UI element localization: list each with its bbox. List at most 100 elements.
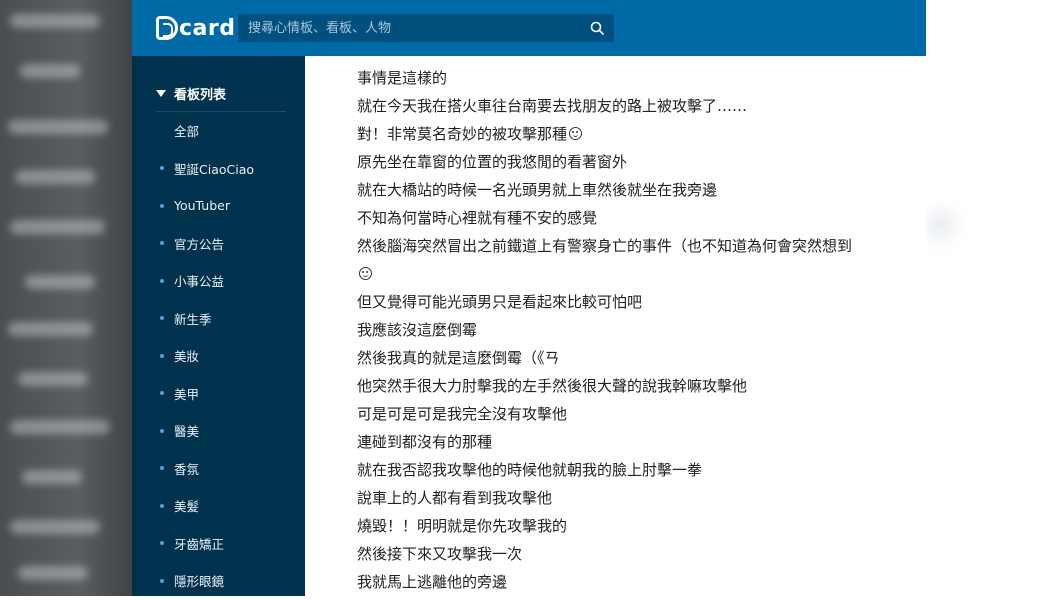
bullet-dot-icon — [160, 503, 164, 508]
post-line: 他突然手很大力肘擊我的左手然後很大聲的說我幹嘛攻擊他 — [357, 372, 917, 400]
post-line: 就在我否認我攻擊他的時候他就朝我的臉上肘擊一拳 — [357, 456, 917, 484]
bullet-dot-icon — [160, 241, 164, 246]
bullet-dot-icon — [160, 391, 164, 396]
bullet-dot-icon — [160, 541, 164, 546]
post-line: 可是可是可是我完全沒有攻擊他 — [357, 400, 917, 428]
blurred-shape — [8, 120, 108, 134]
post-line-text: 我應該沒這麼倒霉 — [357, 321, 478, 339]
sidebar-item[interactable]: 聖誕CiaoCiao — [132, 150, 305, 188]
frown-emoji-icon — [569, 127, 583, 140]
sidebar-item-label: 小事公益 — [174, 274, 225, 290]
sidebar-item-label: YouTuber — [174, 198, 230, 214]
sidebar-item[interactable]: 醫美 — [132, 412, 305, 450]
dcard-logo-icon — [156, 16, 178, 40]
post-line: 對！非常莫名奇妙的被攻擊那種 — [357, 120, 917, 148]
sidebar-item-label: 美髮 — [174, 499, 200, 515]
post-line: 我應該沒這麼倒霉 — [357, 316, 917, 344]
bullet-dot-icon — [160, 203, 164, 208]
blurred-shape — [25, 275, 95, 289]
blurred-shape — [15, 170, 95, 184]
search-input[interactable] — [238, 14, 578, 42]
sidebar-item[interactable]: 美妝 — [132, 337, 305, 375]
post-line-text: 就在大橋站的時候一名光頭男就上車然後就坐在我旁邊 — [357, 181, 718, 199]
sidebar-item-label: 醫美 — [174, 424, 200, 440]
bullet-dot-icon — [160, 316, 164, 321]
blurred-shape — [10, 420, 110, 434]
post-line: 連碰到都沒有的那種 — [357, 428, 917, 456]
post-line-text: 然後我真的就是這麼倒霉（《ㄢ — [357, 349, 560, 367]
post-line-text: 他突然手很大力肘擊我的左手然後很大聲的說我幹嘛攻擊他 — [357, 377, 748, 395]
post-line-text: 不知為何當時心裡就有種不安的感覺 — [357, 209, 598, 227]
post-line-text: 然後腦海突然冒出之前鐵道上有警察身亡的事件（也不知道為何會突然想到 — [357, 237, 853, 255]
sidebar: 看板列表 全部聖誕CiaoCiao YouTuber 官方公告小事公益新生季美妝美甲… — [132, 56, 305, 596]
sidebar-item-label: 美妝 — [174, 349, 200, 365]
post-line: 燒毀！！明明就是你先攻擊我的 — [357, 512, 917, 540]
blurred-shape — [20, 64, 80, 78]
sidebar-item-label: 聖誕CiaoCiao — [174, 161, 255, 177]
post-line: 事情是這樣的 — [357, 64, 917, 92]
blurred-shape — [10, 520, 100, 534]
post-line-text: 對！非常莫名奇妙的被攻擊那種 — [357, 125, 568, 143]
post-line-text: 事情是這樣的 — [357, 69, 448, 87]
post-line-text: 連碰到都沒有的那種 — [357, 433, 493, 451]
bullet-dot-icon — [160, 578, 164, 583]
sidebar-item-label: 官方公告 — [174, 236, 225, 252]
post-line: 然後接下來又攻擊我一次 — [357, 540, 917, 568]
bullet-dot-icon — [160, 278, 164, 283]
sidebar-item[interactable]: 官方公告 — [132, 225, 305, 263]
post-line-text: 說車上的人都有看到我攻擊他 — [357, 489, 553, 507]
sidebar-item[interactable]: 香氛 — [132, 450, 305, 488]
search-button[interactable] — [580, 14, 614, 42]
post-line-text: 燒毀！！明明就是你先攻擊我的 — [357, 517, 568, 535]
blurred-shape — [926, 210, 956, 240]
logo-text: card — [179, 15, 236, 41]
board-list: 全部聖誕CiaoCiao YouTuber 官方公告小事公益新生季美妝美甲醫美香氛美… — [132, 112, 305, 600]
top-navbar: card — [132, 0, 926, 56]
post-line: 我就馬上逃離他的旁邊 — [357, 568, 917, 596]
sidebar-item[interactable]: 美髮 — [132, 487, 305, 525]
caret-down-icon — [156, 90, 166, 97]
sidebar-item[interactable]: 牙齒矯正 — [132, 525, 305, 563]
post-line-text: 就在我否認我攻擊他的時候他就朝我的臉上肘擊一拳 — [357, 461, 703, 479]
board-list-title: 看板列表 — [174, 88, 227, 103]
sidebar-item-label: 美甲 — [174, 386, 200, 402]
blurred-shape — [22, 470, 82, 484]
post-line: 然後我真的就是這麼倒霉（《ㄢ — [357, 344, 917, 372]
post-line: 就在大橋站的時候一名光頭男就上車然後就坐在我旁邊 — [357, 176, 917, 204]
sidebar-item-label: 牙齒矯正 — [174, 536, 225, 552]
sidebar-item-label: 新生季 — [174, 311, 212, 327]
bullet-dot-icon — [160, 428, 164, 433]
bullet-dot-icon — [160, 166, 164, 171]
post-line: 就在今天我在搭火車往台南要去找朋友的路上被攻擊了…… — [357, 92, 917, 120]
blurred-shape — [18, 566, 88, 580]
post-line: 說車上的人都有看到我攻擊他 — [357, 484, 917, 512]
post-line-text: 可是可是可是我完全沒有攻擊他 — [357, 405, 568, 423]
board-list-toggle[interactable]: 看板列表 — [156, 84, 226, 103]
post-line: 然後腦海突然冒出之前鐵道上有警察身亡的事件（也不知道為何會突然想到 — [357, 232, 917, 260]
post-body: 事情是這樣的就在今天我在搭火車往台南要去找朋友的路上被攻擊了…… 對！非常莫名奇妙… — [357, 64, 917, 596]
blurred-shape — [10, 14, 100, 28]
blurred-shape — [10, 220, 105, 234]
sidebar-item-label: 香氛 — [174, 461, 200, 477]
sidebar-item[interactable]: 美甲 — [132, 375, 305, 413]
sidebar-item[interactable]: 全部 — [132, 112, 305, 150]
blurred-shape — [8, 322, 93, 336]
smile-emoji-icon — [359, 267, 372, 280]
post-line-text: 就在今天我在搭火車往台南要去找朋友的路上被攻擊了…… — [357, 97, 748, 115]
sidebar-item[interactable]: 小事公益 — [132, 262, 305, 300]
post-line-text: 原先坐在靠窗的位置的我悠閒的看著窗外 — [357, 153, 628, 171]
sidebar-item[interactable]: YouTuber — [132, 187, 305, 225]
sidebar-item[interactable]: 隱形眼鏡 — [132, 562, 305, 600]
post-line: 但又覺得可能光頭男只是看起來比較可怕吧 — [357, 288, 917, 316]
post-line-text: 我就馬上逃離他的旁邊 — [357, 573, 508, 591]
dcard-logo[interactable]: card — [156, 15, 235, 41]
post-line — [357, 260, 917, 288]
search-icon — [590, 21, 604, 35]
post-line: 不知為何當時心裡就有種不安的感覺 — [357, 204, 917, 232]
sidebar-item[interactable]: 新生季 — [132, 300, 305, 338]
search-bar — [238, 14, 614, 42]
blurred-shape — [18, 372, 88, 386]
background-right — [926, 0, 1060, 596]
post-line-text: 然後接下來又攻擊我一次 — [357, 545, 523, 563]
post-line: 原先坐在靠窗的位置的我悠閒的看著窗外 — [357, 148, 917, 176]
